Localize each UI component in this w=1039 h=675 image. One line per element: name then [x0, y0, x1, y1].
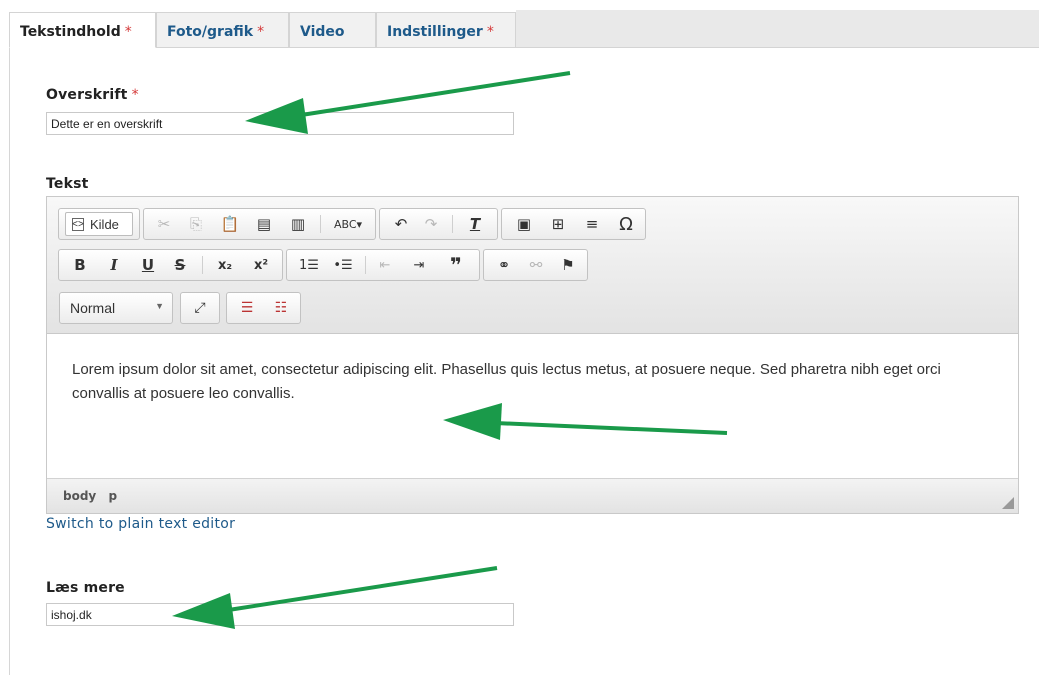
- redo-icon[interactable]: ↷: [416, 209, 446, 239]
- toolbar-separator: [202, 256, 203, 274]
- numbered-list-icon[interactable]: 1☰: [293, 250, 325, 280]
- toolbar-group-clipboard: ✂ ⎘ 📋 ▤ ▥ ABC▾: [143, 208, 376, 240]
- toolbar-group-lists: 1☰ •☰ ⇤ ⇥ ❞: [286, 249, 480, 281]
- toolbar-group-source: <> Kilde: [58, 208, 140, 240]
- switch-to-plain-text-link[interactable]: Switch to plain text editor: [46, 516, 235, 532]
- remove-format-icon[interactable]: T: [458, 209, 492, 239]
- underline-icon[interactable]: U: [133, 250, 163, 280]
- chevron-down-icon: ▼: [155, 301, 164, 311]
- toolbar-group-insert: ▣ ⊞ ≡ Ω: [501, 208, 646, 240]
- toolbar-group-undo: ↶ ↷ T: [379, 208, 498, 240]
- tab-bar: Tekstindhold * Foto/grafik * Video Indstil…: [0, 8, 1039, 48]
- italic-icon[interactable]: I: [99, 250, 129, 280]
- overskrift-input[interactable]: [46, 112, 514, 135]
- source-button[interactable]: <> Kilde: [65, 212, 133, 236]
- toolbar-separator: [365, 256, 366, 274]
- paste-text-icon[interactable]: ▤: [248, 209, 280, 239]
- laes-mere-input[interactable]: [46, 603, 514, 626]
- bulleted-list-icon[interactable]: •☰: [327, 250, 359, 280]
- editor-toolbar: <> Kilde ✂ ⎘ 📋 ▤ ▥ ABC▾ ↶ ↷ T ▣ ⊞ ≡ Ω B: [47, 197, 1018, 334]
- required-marker: *: [131, 87, 139, 103]
- indent-icon[interactable]: ⇥: [403, 250, 435, 280]
- undo-icon[interactable]: ↶: [386, 209, 416, 239]
- required-marker: *: [486, 24, 494, 40]
- horizontal-rule-icon[interactable]: ≡: [576, 209, 608, 239]
- superscript-icon[interactable]: x²: [245, 250, 277, 280]
- special-character-icon[interactable]: Ω: [610, 209, 642, 239]
- toolbar-group-tools: ⤢: [180, 292, 220, 324]
- page-break-icon[interactable]: ☰: [231, 293, 263, 323]
- tab-tekstindhold[interactable]: Tekstindhold *: [9, 12, 156, 48]
- toolbar-group-basic-styles: B I U S x₂ x²: [58, 249, 283, 281]
- bold-icon[interactable]: B: [65, 250, 95, 280]
- tab-strip-background: [516, 10, 1039, 48]
- format-dropdown-value: Normal: [70, 300, 116, 316]
- unlink-icon[interactable]: ⚯: [520, 250, 552, 280]
- format-dropdown[interactable]: Normal ▼: [59, 292, 173, 324]
- toolbar-group-links: ⚭ ⚯ ⚑: [483, 249, 588, 281]
- element-path-body[interactable]: body: [63, 489, 96, 503]
- maximize-icon[interactable]: ⤢: [184, 293, 216, 323]
- paste-icon[interactable]: 📋: [214, 209, 246, 239]
- overskrift-label-text: Overskrift: [46, 87, 128, 103]
- rich-text-editor: <> Kilde ✂ ⎘ 📋 ▤ ▥ ABC▾ ↶ ↷ T ▣ ⊞ ≡ Ω B: [46, 196, 1019, 514]
- paste-word-icon[interactable]: ▥: [282, 209, 314, 239]
- editor-status-bar: body p: [47, 478, 1018, 513]
- link-icon[interactable]: ⚭: [488, 250, 520, 280]
- toolbar-group-page-break: ☰ ☷: [226, 292, 301, 324]
- tab-video[interactable]: Video: [289, 12, 376, 48]
- copy-icon[interactable]: ⎘: [180, 209, 212, 239]
- toolbar-separator: [320, 215, 321, 233]
- spellcheck-icon[interactable]: ABC▾: [324, 209, 372, 239]
- tab-foto-grafik[interactable]: Foto/grafik *: [156, 12, 289, 48]
- source-icon: <>: [72, 217, 84, 231]
- tab-label: Tekstindhold: [20, 24, 121, 40]
- resize-grip-icon[interactable]: [1002, 497, 1014, 509]
- tab-label: Video: [300, 24, 345, 40]
- laes-mere-label: Læs mere: [46, 580, 125, 596]
- outdent-icon[interactable]: ⇤: [369, 250, 401, 280]
- blockquote-icon[interactable]: ❞: [439, 250, 473, 280]
- anchor-flag-icon[interactable]: ⚑: [552, 250, 584, 280]
- teaser-break-icon[interactable]: ☷: [265, 293, 297, 323]
- page-left-border: [9, 48, 10, 675]
- editor-content[interactable]: Lorem ipsum dolor sit amet, consectetur …: [47, 335, 1018, 477]
- required-marker: *: [124, 24, 132, 40]
- tab-indstillinger[interactable]: Indstillinger *: [376, 12, 516, 48]
- cut-icon[interactable]: ✂: [148, 209, 180, 239]
- tab-label: Foto/grafik: [167, 24, 254, 40]
- tekst-label: Tekst: [46, 176, 89, 192]
- subscript-icon[interactable]: x₂: [209, 250, 241, 280]
- image-icon[interactable]: ▣: [508, 209, 540, 239]
- element-path-p[interactable]: p: [108, 489, 117, 503]
- strikethrough-icon[interactable]: S: [165, 250, 195, 280]
- toolbar-separator: [452, 215, 453, 233]
- table-icon[interactable]: ⊞: [542, 209, 574, 239]
- source-button-label: Kilde: [90, 216, 119, 232]
- overskrift-label: Overskrift *: [46, 87, 139, 103]
- required-marker: *: [257, 24, 265, 40]
- tab-label: Indstillinger: [387, 24, 483, 40]
